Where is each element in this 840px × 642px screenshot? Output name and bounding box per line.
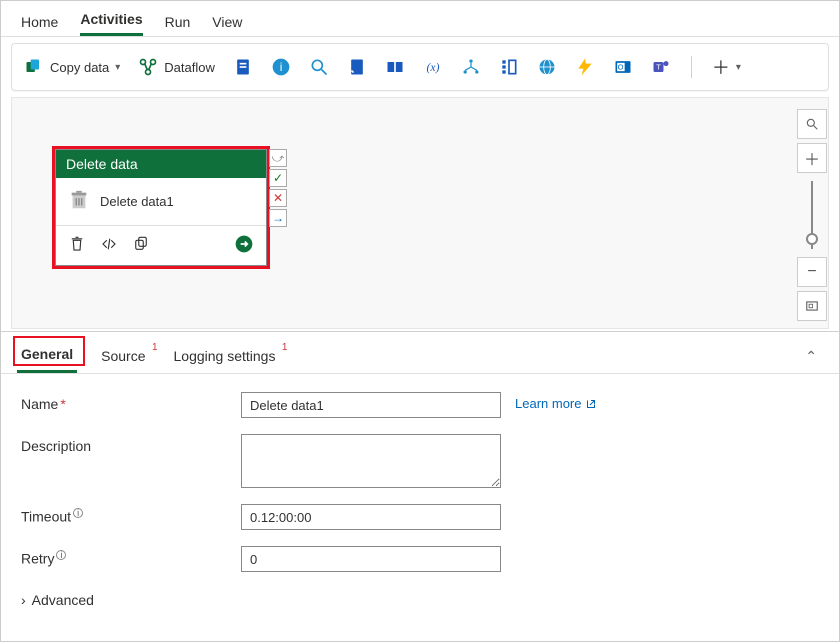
panel-tab-source[interactable]: Source 1	[97, 342, 149, 372]
chevron-right-icon: ›	[21, 592, 26, 608]
tab-activities[interactable]: Activities	[80, 11, 142, 36]
zoom-in-button[interactable]: ＋	[797, 143, 827, 173]
svg-text:O: O	[617, 63, 623, 72]
variable-icon[interactable]: (x)	[421, 53, 445, 81]
branching-icon[interactable]	[459, 53, 483, 81]
handle-skip[interactable]: ⤻	[269, 149, 287, 167]
copy-data-label: Copy data	[50, 60, 109, 75]
toolbar-divider	[691, 56, 692, 78]
advanced-toggle[interactable]: › Advanced	[21, 588, 819, 612]
info-icon[interactable]: i	[56, 550, 66, 560]
chevron-down-icon: ▾	[736, 62, 741, 73]
top-tab-bar: Home Activities Run View	[1, 1, 839, 37]
description-label: Description	[21, 434, 241, 454]
zoom-out-button[interactable]: −	[797, 257, 827, 287]
lookup-icon[interactable]	[383, 53, 407, 81]
handle-failure[interactable]: ✕	[269, 189, 287, 207]
activity-instance-name: Delete data1	[100, 194, 174, 209]
web-icon[interactable]	[535, 53, 559, 81]
zoom-slider[interactable]	[811, 181, 813, 249]
panel-tab-source-label: Source	[101, 348, 145, 364]
info-icon[interactable]: i	[269, 53, 293, 81]
dataflow-icon	[138, 57, 158, 77]
svg-text:(x): (x)	[426, 61, 439, 74]
retry-field[interactable]	[241, 546, 501, 572]
name-label: Name*	[21, 392, 241, 412]
source-badge: 1	[152, 342, 158, 353]
chevron-down-icon: ▾	[115, 62, 120, 73]
learn-more-link[interactable]: Learn more	[515, 392, 597, 411]
tab-home[interactable]: Home	[21, 14, 58, 36]
zoom-fit-button[interactable]	[797, 291, 827, 321]
timeout-field[interactable]	[241, 504, 501, 530]
pipeline-canvas[interactable]: Delete data Delete data1	[11, 97, 829, 329]
panel-tab-general[interactable]: General	[17, 340, 77, 373]
run-arrow-icon[interactable]	[234, 234, 254, 257]
handle-success[interactable]: ✓	[269, 169, 287, 187]
svg-text:T: T	[656, 63, 661, 72]
foreach-icon[interactable]	[497, 53, 521, 81]
azure-function-icon[interactable]	[573, 53, 597, 81]
retry-label: Retryi	[21, 546, 241, 567]
search-icon[interactable]	[307, 53, 331, 81]
activity-status-handles: ⤻ ✓ ✕ →	[269, 149, 287, 229]
logging-badge: 1	[282, 342, 288, 353]
activities-toolbar: Copy data ▾ Dataflow i (x) O T	[11, 43, 829, 91]
copy-icon[interactable]	[132, 235, 150, 256]
panel-tab-bar: General Source 1 Logging settings 1 ⌃	[1, 332, 839, 374]
copy-data-button[interactable]: Copy data ▾	[22, 53, 122, 81]
add-activity-button[interactable]: ＋ ▾	[710, 50, 743, 84]
trash-icon	[68, 188, 90, 215]
description-field[interactable]	[241, 434, 501, 488]
script-icon[interactable]	[345, 53, 369, 81]
canvas-zoom-controls: ＋ −	[795, 109, 829, 321]
teams-icon[interactable]: T	[649, 53, 673, 81]
name-field[interactable]	[241, 392, 501, 418]
external-link-icon	[585, 398, 597, 410]
timeout-label: Timeouti	[21, 504, 241, 525]
activity-card-delete-data[interactable]: Delete data Delete data1	[52, 146, 270, 269]
tab-view[interactable]: View	[212, 14, 242, 36]
outlook-icon[interactable]: O	[611, 53, 635, 81]
notebook-icon[interactable]	[231, 53, 255, 81]
activity-type-label: Delete data	[56, 150, 266, 178]
advanced-label: Advanced	[32, 592, 94, 608]
dataflow-label: Dataflow	[164, 60, 215, 75]
tab-run[interactable]: Run	[165, 14, 191, 36]
collapse-panel-button[interactable]: ⌃	[805, 348, 823, 365]
delete-activity-icon[interactable]	[68, 235, 86, 256]
properties-panel: General Source 1 Logging settings 1 ⌃ Na…	[1, 331, 839, 622]
zoom-slider-knob[interactable]	[806, 233, 818, 245]
copy-data-icon	[24, 57, 44, 77]
panel-tab-logging[interactable]: Logging settings 1	[170, 342, 280, 372]
dataflow-button[interactable]: Dataflow	[136, 53, 217, 81]
svg-text:i: i	[280, 61, 283, 74]
code-icon[interactable]	[100, 235, 118, 256]
handle-completion[interactable]: →	[269, 209, 287, 227]
info-icon[interactable]: i	[73, 508, 83, 518]
canvas-search-button[interactable]	[797, 109, 827, 139]
panel-tab-logging-label: Logging settings	[174, 348, 276, 364]
